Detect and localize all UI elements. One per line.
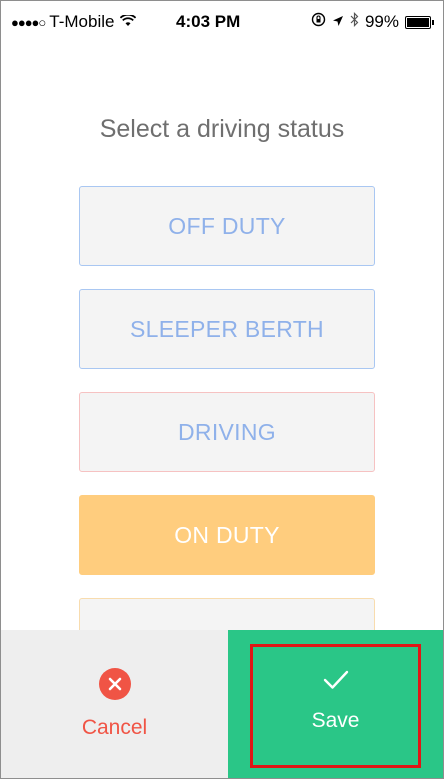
carrier-area: ●●●●○ T-Mobile <box>11 12 137 32</box>
page-title: Select a driving status <box>99 115 345 143</box>
status-icons: 99% <box>311 12 434 32</box>
carrier-label: T-Mobile <box>49 12 115 31</box>
clock: 4:03 PM <box>176 12 241 31</box>
status-bar: ●●●●○ T-Mobile 4:03 PM 99% <box>1 1 443 45</box>
off-duty-button[interactable]: OFF DUTY <box>79 186 375 266</box>
phone-screen: ●●●●○ T-Mobile 4:03 PM 99% Select a driv… <box>0 0 444 779</box>
location-arrow-icon <box>332 12 344 32</box>
save-highlight-box <box>250 644 421 768</box>
wifi-icon <box>120 12 137 32</box>
cancel-button[interactable]: Cancel <box>1 630 228 778</box>
cancel-label: Cancel <box>81 716 148 739</box>
bluetooth-icon <box>350 12 359 32</box>
on-duty-button[interactable]: ON DUTY <box>79 495 375 575</box>
battery-percent: 99% <box>364 12 399 31</box>
driving-button[interactable]: DRIVING <box>79 392 375 472</box>
signal-dots-icon: ●●●●○ <box>11 14 46 30</box>
battery-icon <box>405 15 434 29</box>
close-circle-icon <box>98 668 131 700</box>
orientation-lock-icon <box>311 12 326 32</box>
sleeper-berth-button[interactable]: SLEEPER BERTH <box>79 289 375 369</box>
